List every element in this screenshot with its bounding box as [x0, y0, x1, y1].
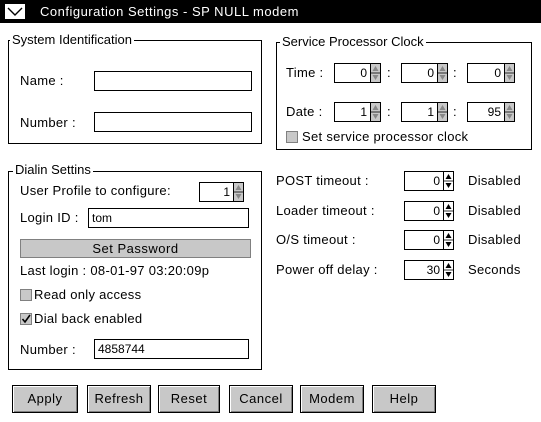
time-hours-spin-icon[interactable] [370, 63, 381, 83]
refresh-button[interactable]: Refresh [87, 385, 151, 413]
modem-button[interactable]: Modem [300, 385, 364, 413]
dialin-number-label: Number : [20, 342, 76, 357]
date-day-field[interactable]: 1 [401, 102, 438, 122]
date-year-field[interactable]: 95 [467, 102, 505, 122]
post-timeout-label: POST timeout : [276, 173, 369, 188]
window-title: Configuration Settings - SP NULL modem [40, 4, 299, 19]
loader-timeout-label: Loader timeout : [276, 203, 375, 218]
cancel-button[interactable]: Cancel [229, 385, 293, 413]
time-minutes-field[interactable]: 0 [401, 63, 438, 83]
power-off-delay-spin-icon[interactable] [443, 260, 454, 280]
dialin-legend: Dialin Settins [13, 162, 93, 177]
time-minutes-spin-icon[interactable] [437, 63, 448, 83]
set-clock-label: Set service processor clock [302, 129, 469, 144]
read-only-checkbox[interactable] [20, 289, 32, 301]
loader-timeout-field[interactable]: 0 [404, 201, 444, 221]
date-year-spin-icon[interactable] [504, 102, 515, 122]
date-month-field[interactable]: 1 [334, 102, 371, 122]
time-label: Time : [286, 65, 324, 80]
dial-back-label: Dial back enabled [34, 311, 143, 326]
post-timeout-field[interactable]: 0 [404, 171, 444, 191]
system-identification-legend: System Identification [10, 32, 134, 47]
dial-back-checkbox[interactable] [20, 313, 32, 325]
time-seconds-spin-icon[interactable] [504, 63, 515, 83]
time-separator-1: : [387, 65, 391, 80]
profile-field[interactable]: 1 [199, 182, 234, 202]
login-field[interactable]: tom [88, 208, 249, 228]
time-seconds-field[interactable]: 0 [467, 63, 505, 83]
set-password-button[interactable]: Set Password [20, 239, 251, 258]
loader-timeout-spin-icon[interactable] [443, 201, 454, 221]
name-field[interactable] [94, 71, 252, 91]
os-timeout-spin-icon[interactable] [443, 230, 454, 250]
os-timeout-unit: Disabled [468, 232, 521, 247]
date-label: Date : [286, 104, 323, 119]
help-button[interactable]: Help [372, 385, 436, 413]
loader-timeout-unit: Disabled [468, 203, 521, 218]
profile-label: User Profile to configure: [20, 183, 171, 198]
last-login-text: Last login : 08-01-97 03:20:09p [20, 263, 210, 278]
time-hours-field[interactable]: 0 [334, 63, 371, 83]
os-timeout-label: O/S timeout : [276, 232, 356, 247]
reset-button[interactable]: Reset [158, 385, 220, 413]
apply-button[interactable]: Apply [12, 385, 78, 413]
date-month-spin-icon[interactable] [370, 102, 381, 122]
power-off-delay-label: Power off delay : [276, 262, 378, 277]
power-off-delay-unit: Seconds [468, 262, 521, 277]
title-bar: Configuration Settings - SP NULL modem [0, 0, 541, 23]
date-day-spin-icon[interactable] [437, 102, 448, 122]
login-label: Login ID : [20, 210, 79, 225]
system-menu-icon[interactable] [4, 3, 26, 20]
post-timeout-unit: Disabled [468, 173, 521, 188]
name-label: Name : [20, 73, 64, 88]
set-clock-checkbox[interactable] [286, 131, 298, 143]
power-off-delay-field[interactable]: 30 [404, 260, 444, 280]
read-only-label: Read only access [34, 287, 142, 302]
profile-spin-icon[interactable] [233, 182, 244, 202]
number-label: Number : [20, 115, 76, 130]
checkmark-icon [21, 314, 31, 324]
date-separator-1: : [387, 104, 391, 119]
date-separator-2: : [453, 104, 457, 119]
sp-clock-legend: Service Processor Clock [280, 34, 426, 49]
post-timeout-spin-icon[interactable] [443, 171, 454, 191]
sysid-number-field[interactable] [94, 112, 252, 132]
time-separator-2: : [453, 65, 457, 80]
os-timeout-field[interactable]: 0 [404, 230, 444, 250]
dialin-number-field[interactable]: 4858744 [94, 339, 249, 359]
